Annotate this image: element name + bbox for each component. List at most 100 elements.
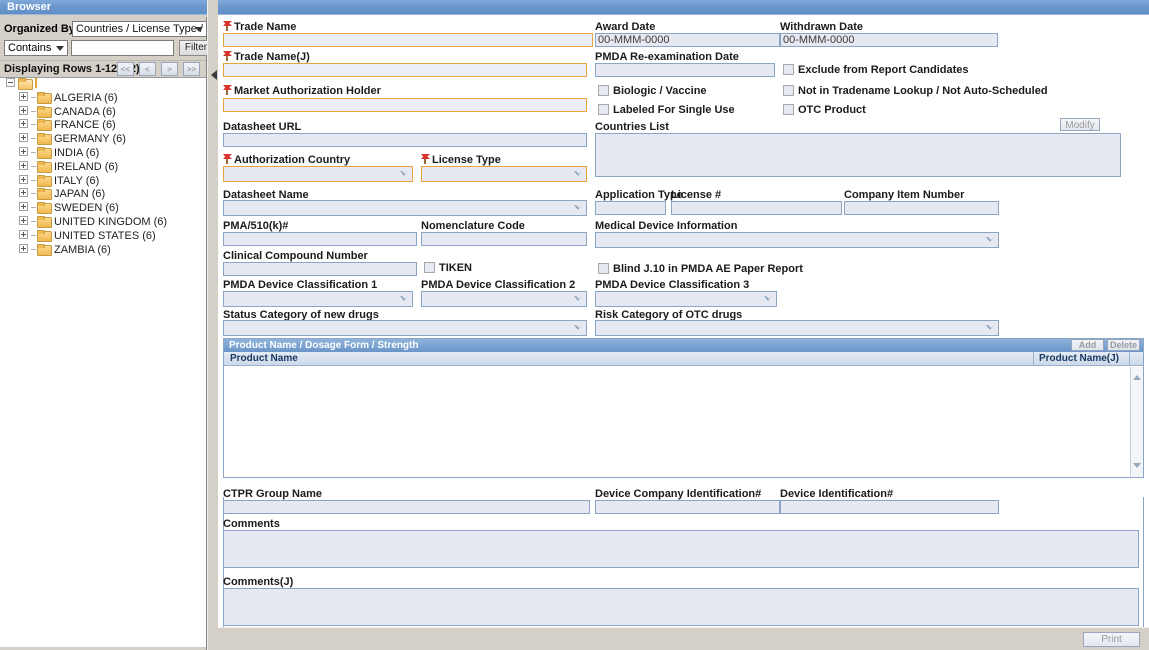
organized-by-select[interactable]: Countries / License Type / Licen [72,21,232,37]
company-item-number-input[interactable] [844,201,999,215]
pager-prev-button[interactable]: < [138,62,156,76]
award-date-input[interactable]: 00-MMM-0000 [595,33,780,47]
expand-icon[interactable] [19,91,28,101]
tree-item[interactable]: IRELAND (6) [0,160,206,175]
expand-icon[interactable] [19,160,28,170]
datasheet-name-select[interactable] [223,200,587,216]
market-authorization-holder-label: Market Authorization Holder [223,85,381,97]
not-in-tradename-lookup-checkbox[interactable] [783,85,794,96]
column-header-product-name-j[interactable]: Product Name(J) [1039,353,1119,364]
status-category-new-drugs-select[interactable] [223,320,587,336]
tree-root-node[interactable] [0,78,206,92]
scroll-down-icon[interactable] [1133,463,1142,469]
column-divider[interactable] [1033,352,1034,366]
column-header-product-name[interactable]: Product Name [230,353,298,364]
biologic-vaccine-row[interactable]: Biologic / Vaccine [598,85,707,97]
product-grid-rows[interactable] [224,367,1130,477]
tree-item[interactable]: GERMANY (6) [0,133,206,147]
medical-device-information-select[interactable] [595,232,999,248]
clinical-compound-number-input[interactable] [223,262,417,276]
print-button[interactable]: Print [1083,632,1140,647]
not-in-tradename-lookup-label: Not in Tradename Lookup / Not Auto-Sched… [798,85,1048,97]
countries-list-box[interactable] [595,133,1121,177]
pager-first-button[interactable]: << [116,62,134,76]
tiken-checkbox[interactable] [424,262,435,273]
otc-product-checkbox[interactable] [783,104,794,115]
tree-item[interactable]: UNITED STATES (6) [0,229,206,244]
comments-j-textarea[interactable] [223,588,1139,626]
tree-item-label: ALGERIA (6) [54,91,118,104]
pmda-device-classification-3-select[interactable] [595,291,777,307]
expand-icon[interactable] [19,229,28,239]
filter-input[interactable] [71,40,174,56]
license-number-label: License # [671,189,722,201]
tree-item-label: ITALY (6) [54,174,100,187]
tiken-label: TIKEN [439,262,472,274]
authorization-country-select[interactable] [223,166,413,182]
trade-name-input[interactable] [223,33,593,47]
trade-name-j-input[interactable] [223,63,587,77]
tree-connector [31,179,36,181]
pmda-device-classification-2-select[interactable] [421,291,587,307]
pager-last-button[interactable]: >> [183,62,200,76]
datasheet-url-input[interactable] [223,133,587,147]
pma-510k-input[interactable] [223,232,417,246]
device-identification-label: Device Identification# [780,488,894,500]
filter-operator-select[interactable]: Contains [4,40,68,56]
tree-item[interactable]: UNITED KINGDOM (6) [0,215,206,230]
expand-icon[interactable] [19,188,28,198]
market-authorization-holder-input[interactable] [223,98,587,112]
pager-next-button[interactable]: > [160,62,178,76]
expand-icon[interactable] [19,119,28,129]
panel-splitter[interactable] [207,0,218,650]
filter-operator-value: Contains [8,42,52,54]
license-type-select[interactable] [421,166,587,182]
application-type-label: Application Type [595,189,683,201]
expand-icon[interactable] [19,146,28,156]
blind-j10-row[interactable]: Blind J.10 in PMDA AE Paper Report [598,263,803,275]
tree-item[interactable]: ALGERIA (6) [0,91,206,106]
exclude-from-report-candidates-row[interactable]: Exclude from Report Candidates [783,64,969,76]
tree-item[interactable]: JAPAN (6) [0,188,206,202]
expand-icon[interactable] [19,133,28,143]
labeled-for-single-use-row[interactable]: Labeled For Single Use [598,104,735,116]
device-identification-input[interactable] [780,500,999,514]
add-button[interactable]: Add [1071,339,1104,351]
product-grid-scrollbar[interactable] [1130,367,1143,477]
folder-icon [37,188,52,201]
exclude-from-report-candidates-checkbox[interactable] [783,64,794,75]
otc-product-row[interactable]: OTC Product [783,104,866,116]
expand-icon[interactable] [19,174,28,184]
pmda-reexamination-date-input[interactable] [595,63,775,77]
application-type-input[interactable] [595,201,666,215]
license-number-input[interactable] [671,201,842,215]
tree-item[interactable]: CANADA (6) [0,105,206,120]
tree-item[interactable]: ITALY (6) [0,174,206,189]
ctpr-group-name-input[interactable] [223,500,590,514]
risk-category-otc-drugs-select[interactable] [595,320,999,336]
tiken-checkbox-row[interactable]: TIKEN [424,262,472,274]
tree-item[interactable]: ZAMBIA (6) [0,243,206,258]
biologic-vaccine-checkbox[interactable] [598,85,609,96]
not-in-tradename-lookup-row[interactable]: Not in Tradename Lookup / Not Auto-Sched… [783,85,1048,97]
nomenclature-code-input[interactable] [421,232,587,246]
column-divider[interactable] [1129,352,1130,366]
withdrawn-date-input[interactable]: 00-MMM-0000 [780,33,998,47]
tree-item[interactable]: INDIA (6) [0,146,206,161]
collapse-arrow-icon[interactable] [211,70,217,80]
tree-item[interactable]: FRANCE (6) [0,119,206,133]
comments-textarea[interactable] [223,530,1139,568]
expand-icon[interactable] [19,243,28,253]
delete-button[interactable]: Delete [1107,339,1140,351]
device-company-identification-input[interactable] [595,500,780,514]
pmda-device-classification-1-select[interactable] [223,291,413,307]
expand-icon[interactable] [19,215,28,225]
tree-item[interactable]: SWEDEN (6) [0,202,206,216]
labeled-for-single-use-checkbox[interactable] [598,104,609,115]
expand-icon[interactable] [19,202,28,212]
blind-j10-checkbox[interactable] [598,263,609,274]
scroll-up-icon[interactable] [1133,375,1142,381]
modify-button[interactable]: Modify [1060,118,1100,131]
collapse-icon[interactable] [6,78,15,87]
expand-icon[interactable] [19,105,28,115]
